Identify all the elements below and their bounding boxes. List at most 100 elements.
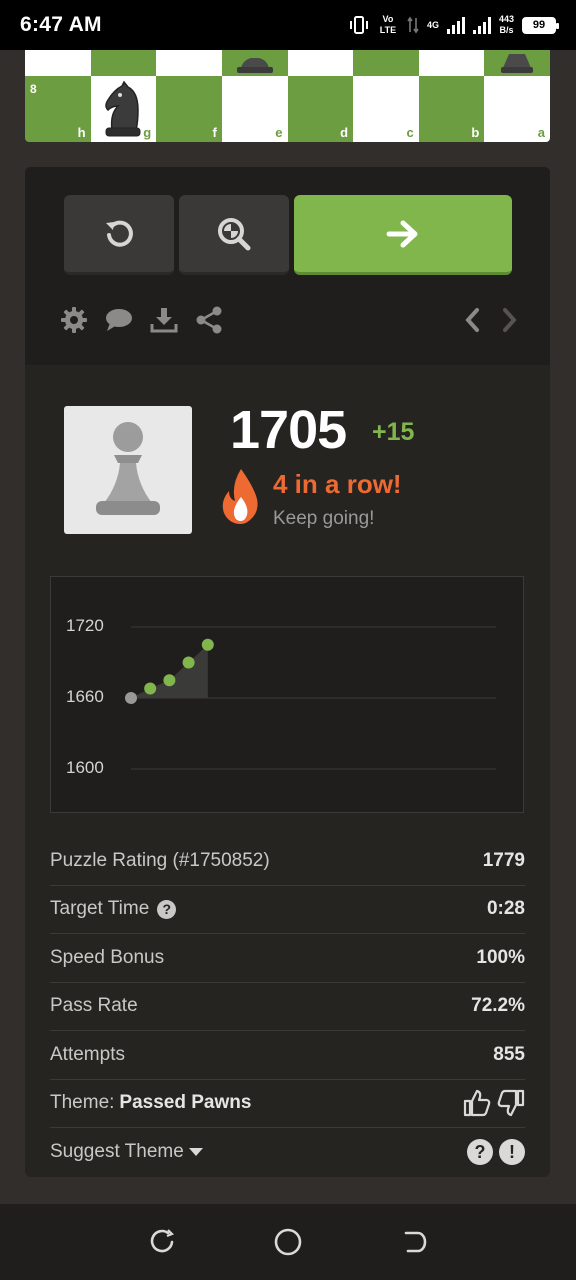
puzzle-rating-score: 1705 (230, 400, 347, 460)
board-square-a8[interactable]: a (484, 76, 550, 142)
board-square-f8[interactable]: f (156, 76, 222, 142)
y-tick-label: 1660 (66, 687, 104, 706)
puzzle-result-card: 1705 +15 4 in a row! Keep going! 1720 16… (25, 167, 550, 1177)
file-label: g (143, 125, 152, 140)
signal-icon (446, 16, 465, 34)
report-icon[interactable]: ! (499, 1139, 525, 1166)
stat-label: Target Time (50, 898, 150, 920)
file-label: e (275, 125, 283, 140)
black-pawn-icon[interactable] (233, 50, 277, 74)
next-move-button[interactable] (500, 306, 520, 334)
board-square-h8[interactable]: 8 h (25, 76, 91, 142)
rating-chart: 1720 1660 1600 (50, 576, 524, 813)
black-pawn-icon[interactable] (497, 50, 537, 74)
stat-row-puzzle-rating: Puzzle Rating (#1750852) 1779 (50, 837, 525, 886)
rating-delta: +15 (372, 418, 415, 446)
board-square-c8[interactable]: c (353, 76, 419, 142)
file-label: d (340, 125, 349, 140)
board-square-b8[interactable]: b (418, 76, 485, 142)
pawn-icon (96, 422, 160, 515)
board-square-g8[interactable]: g (90, 76, 157, 142)
board-square[interactable] (221, 50, 288, 76)
stat-row-theme: Theme: Passed Pawns (50, 1080, 525, 1128)
analysis-icon (218, 217, 251, 250)
controls-panel (25, 167, 550, 365)
stat-value: 0:28 (486, 898, 525, 920)
thumbs-up-icon[interactable] (463, 1089, 491, 1117)
board-square[interactable] (156, 50, 222, 76)
stat-value: 855 (493, 1043, 525, 1065)
flame-icon (222, 469, 258, 524)
previous-move-button[interactable] (462, 306, 482, 334)
suggest-actions: ? ! (467, 1139, 525, 1166)
stat-label-wrap: Theme: Passed Pawns (50, 1092, 251, 1114)
stat-label: Attempts (50, 1043, 125, 1065)
status-icons: Vo LTE 4G 443 B/s 99 (349, 14, 559, 36)
retry-icon (106, 220, 133, 247)
chart-point (163, 674, 176, 687)
chart-point (125, 692, 137, 704)
chevron-left-icon (465, 308, 479, 332)
home-icon[interactable] (273, 1227, 303, 1257)
arrow-right-icon (386, 220, 418, 247)
board-square-e8[interactable]: e (221, 76, 288, 142)
status-bar: 6:47 AM Vo LTE 4G 443 B/s 99 (0, 0, 576, 50)
puzzle-avatar (64, 406, 192, 534)
next-puzzle-button[interactable] (294, 195, 512, 275)
stat-row-pass-rate: Pass Rate 72.2% (50, 983, 525, 1031)
stat-value: 72.2% (471, 995, 525, 1017)
stat-value: 100% (476, 946, 525, 968)
puzzle-stats: Puzzle Rating (#1750852) 1779 Target Tim… (50, 837, 525, 1177)
chart-area (131, 644, 208, 698)
back-icon[interactable] (400, 1228, 428, 1256)
thumbs-down-icon[interactable] (497, 1089, 525, 1117)
chart-point (201, 638, 214, 651)
stat-label: Speed Bonus (50, 946, 165, 968)
theme-vote (463, 1089, 525, 1117)
suggest-theme-dropdown[interactable]: Suggest Theme (50, 1141, 204, 1163)
black-knight-icon[interactable] (98, 80, 148, 138)
share-icon (196, 306, 222, 334)
network-type: 4G (426, 20, 439, 30)
chess-board[interactable]: 8 h g f e d c b a (25, 50, 550, 142)
system-nav-bar (0, 1204, 576, 1280)
signal-icon-2 (472, 16, 491, 34)
board-square[interactable] (484, 50, 550, 76)
file-label: f (212, 125, 217, 140)
board-square[interactable] (353, 50, 419, 76)
suggest-theme-label: Suggest Theme (50, 1141, 184, 1163)
help-icon[interactable]: ? (467, 1139, 493, 1166)
encouragement-text: Keep going! (273, 508, 375, 529)
board-square-d8[interactable]: d (287, 76, 354, 142)
recent-apps-icon[interactable] (148, 1228, 176, 1256)
rank-label: 8 (30, 82, 37, 96)
stat-row-suggest-theme: Suggest Theme ? ! (50, 1128, 525, 1177)
caret-down-icon (188, 1148, 203, 1157)
file-label: b (471, 125, 480, 140)
stat-row-attempts: Attempts 855 (50, 1031, 525, 1080)
chart-point (182, 656, 195, 669)
stat-label: Pass Rate (50, 995, 138, 1017)
chevron-right-icon (503, 308, 517, 332)
board-square[interactable] (287, 50, 354, 76)
stat-label: Puzzle Rating (#1750852) (50, 849, 270, 871)
file-label: h (77, 125, 86, 140)
board-square[interactable] (25, 50, 91, 76)
chart-point (144, 682, 157, 695)
retry-button[interactable] (64, 195, 174, 275)
settings-button[interactable] (60, 306, 88, 334)
stat-row-target-time: Target Time ? 0:28 (50, 886, 525, 934)
file-label: a (537, 125, 545, 140)
download-button[interactable] (150, 306, 178, 334)
board-square[interactable] (418, 50, 485, 76)
status-time: 6:47 AM (20, 13, 102, 36)
y-tick-label: 1600 (66, 758, 104, 777)
y-tick-label: 1720 (66, 616, 104, 635)
volte-label: Vo LTE (379, 14, 397, 35)
board-square[interactable] (90, 50, 157, 76)
comments-button[interactable] (104, 307, 134, 333)
streak-text: 4 in a row! (273, 469, 402, 499)
share-button[interactable] (194, 305, 224, 335)
help-icon[interactable]: ? (157, 899, 177, 919)
analysis-button[interactable] (179, 195, 289, 275)
